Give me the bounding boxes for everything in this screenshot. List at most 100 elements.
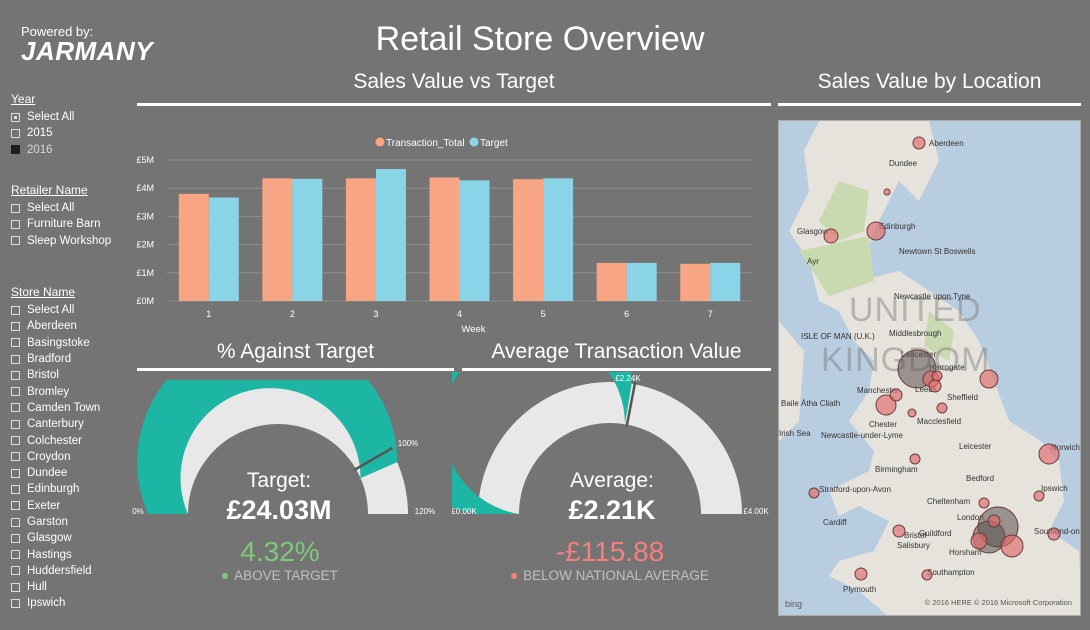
store-slicer-item[interactable]: Select All <box>11 302 121 318</box>
location-bubble[interactable] <box>912 136 926 150</box>
location-bubble[interactable] <box>1033 490 1045 502</box>
slicer-item-label: Exeter <box>27 499 61 512</box>
bar-transaction-total <box>262 178 293 301</box>
checkbox[interactable] <box>11 419 20 429</box>
checkbox[interactable] <box>11 436 20 446</box>
location-bubble[interactable] <box>907 408 917 418</box>
store-slicer-item[interactable]: Garston <box>11 514 121 530</box>
gauge-min-label: £0.00K <box>452 507 477 516</box>
location-bubble[interactable] <box>987 514 1001 528</box>
store-slicer-item[interactable]: Colchester <box>11 432 121 448</box>
location-bubble[interactable] <box>936 402 948 414</box>
store-slicer-item[interactable]: Huddersfield <box>11 563 121 579</box>
location-bubble[interactable] <box>931 370 943 382</box>
checkbox[interactable] <box>11 517 20 527</box>
retailer-slicer-item[interactable]: Sleep Workshop <box>11 233 121 249</box>
store-slicer-item[interactable]: Basingstoke <box>11 335 121 351</box>
checkbox[interactable] <box>11 112 20 122</box>
slicer-item-label: Hastings <box>27 548 72 561</box>
checkbox[interactable] <box>11 219 20 229</box>
bar-transaction-total <box>429 177 460 301</box>
slicer-item-label: Camden Town <box>27 401 101 414</box>
location-bubble[interactable] <box>892 524 906 538</box>
store-slicer-item[interactable]: Exeter <box>11 498 121 514</box>
checkbox[interactable] <box>11 321 20 331</box>
store-slicer-item[interactable]: Camden Town <box>11 400 121 416</box>
gauge2-metric: -£115.88 <box>555 536 665 567</box>
gauge2-label: Average: <box>570 469 654 492</box>
store-slicer-item[interactable]: Bromley <box>11 383 121 399</box>
location-bubble[interactable] <box>889 388 903 402</box>
map-title: Sales Value by Location <box>817 70 1042 93</box>
legend-label: Target <box>480 138 508 149</box>
gauge2-status: BELOW NATIONAL AVERAGE <box>480 568 740 583</box>
map-title-divider <box>778 103 1081 106</box>
map-attribution: © 2016 HERE © 2016 Microsoft Corporation <box>924 598 1072 607</box>
location-bubble[interactable] <box>1047 527 1061 541</box>
checkbox[interactable] <box>11 370 20 380</box>
location-bubble[interactable] <box>928 379 942 393</box>
checkbox[interactable] <box>11 203 20 213</box>
checkbox[interactable] <box>11 550 20 560</box>
store-slicer-item[interactable]: Ipswich <box>11 595 121 611</box>
slicer-item-label: Dundee <box>27 467 68 480</box>
location-bubble[interactable] <box>1038 443 1060 465</box>
store-slicer-item[interactable]: Canterbury <box>11 416 121 432</box>
store-slicer-item[interactable]: Croydon <box>11 449 121 465</box>
status-dot-icon <box>222 573 229 580</box>
checkbox[interactable] <box>11 354 20 364</box>
location-bubble[interactable] <box>866 221 886 241</box>
slicer-item-label: Bromley <box>27 385 70 398</box>
checkbox[interactable] <box>11 145 20 155</box>
slicer-item-label: Sleep Workshop <box>27 234 112 247</box>
store-slicer-item[interactable]: Aberdeen <box>11 318 121 334</box>
slicer-item-label: Basingstoke <box>27 336 90 349</box>
location-bubble[interactable] <box>970 532 988 550</box>
location-bubble[interactable] <box>883 188 891 196</box>
checkbox[interactable] <box>11 387 20 397</box>
store-slicer-item[interactable]: Hastings <box>11 546 121 562</box>
location-bubble[interactable] <box>978 497 990 509</box>
location-bubble[interactable] <box>823 228 839 244</box>
checkbox[interactable] <box>11 533 20 543</box>
location-bubble[interactable] <box>1000 534 1024 558</box>
store-slicer-item[interactable]: Glasgow <box>11 530 121 546</box>
retailer-slicer-item[interactable]: Furniture Barn <box>11 216 121 232</box>
gauge-max-label: £4.00K <box>743 507 769 516</box>
checkbox[interactable] <box>11 452 20 462</box>
checkbox[interactable] <box>11 338 20 348</box>
year-slicer-item[interactable]: Select All <box>11 109 111 125</box>
retailer-slicer-item[interactable]: Select All <box>11 200 121 216</box>
checkbox[interactable] <box>11 468 20 478</box>
store-slicer-item[interactable]: Dundee <box>11 465 121 481</box>
y-tick-label: £3M <box>136 211 154 221</box>
checkbox[interactable] <box>11 236 20 246</box>
checkbox[interactable] <box>11 403 20 413</box>
avg-transaction-divider <box>462 368 771 371</box>
store-slicer-item[interactable]: Hull <box>11 579 121 595</box>
slicer-item-label: Select All <box>27 111 75 124</box>
year-slicer-item[interactable]: 2015 <box>11 125 111 141</box>
checkbox[interactable] <box>11 582 20 592</box>
store-slicer-item[interactable]: Bradford <box>11 351 121 367</box>
store-slicer-item[interactable]: Edinburgh <box>11 481 121 497</box>
sales-location-map[interactable]: UNITED KINGDOM AberdeenDundeeEdinburghGl… <box>778 120 1081 616</box>
year-slicer-item[interactable]: 2016 <box>11 142 111 158</box>
location-bubble[interactable] <box>921 569 933 581</box>
bar-target <box>208 197 239 301</box>
checkbox[interactable] <box>11 566 20 576</box>
location-bubble[interactable] <box>979 369 999 389</box>
location-bubble[interactable] <box>909 453 921 465</box>
slicer-item-label: Ipswich <box>27 597 66 610</box>
gauge-target-label: 100% <box>398 439 418 448</box>
store-slicer-item[interactable]: Bristol <box>11 367 121 383</box>
checkbox[interactable] <box>11 484 20 494</box>
bar-transaction-total <box>596 262 627 301</box>
checkbox[interactable] <box>11 501 20 511</box>
location-bubble[interactable] <box>808 487 820 499</box>
checkbox[interactable] <box>11 598 20 608</box>
location-bubble[interactable] <box>854 567 868 581</box>
checkbox[interactable] <box>11 128 20 138</box>
checkbox[interactable] <box>11 305 20 315</box>
slicer-item-label: Bradford <box>27 353 72 366</box>
